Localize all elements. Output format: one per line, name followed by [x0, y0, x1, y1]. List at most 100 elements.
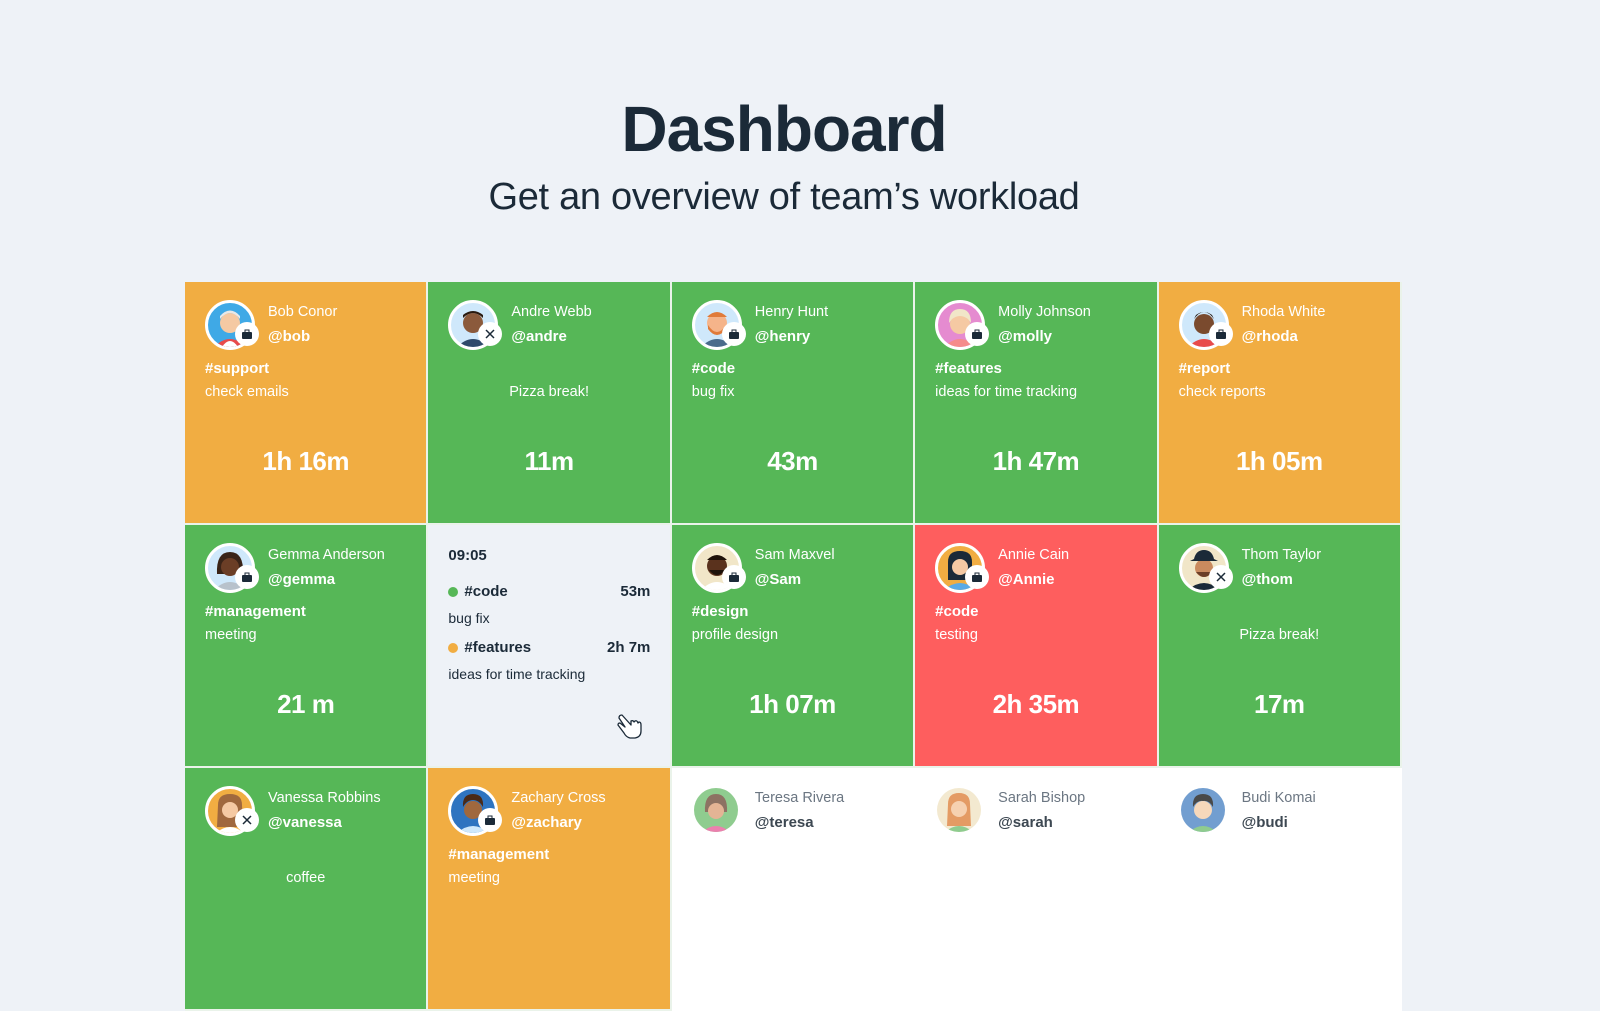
member-name: Andre Webb: [511, 304, 592, 320]
member-name: Sam Maxvel: [754, 547, 835, 563]
member-handle: @budi: [1241, 814, 1288, 831]
member-handle: @thom: [1241, 571, 1293, 588]
briefcase-icon: [721, 565, 746, 589]
page-subtitle: Get an overview of team’s workload: [488, 176, 1080, 218]
offline-card-budi[interactable]: Budi Komai @budi: [1158, 768, 1402, 1011]
briefcase-icon: [478, 808, 503, 832]
break-description: coffee: [286, 870, 326, 886]
task-description: profile design: [691, 627, 779, 643]
status-dot-icon: [448, 642, 459, 653]
member-name: Thom Taylor: [1241, 547, 1322, 563]
briefcase-icon: [965, 322, 990, 346]
task-description: meeting: [205, 627, 257, 643]
time-entries-detail[interactable]: 09:05 #code 53m bug fix #features 2h 7m …: [428, 525, 672, 768]
member-handle: @Sam: [754, 571, 802, 588]
member-card-andre[interactable]: Andre Webb @andre Pizza break! 11m: [428, 282, 672, 525]
member-name: Sarah Bishop: [998, 790, 1086, 806]
member-name: Molly Johnson: [998, 304, 1091, 320]
project-tag: #management: [448, 846, 550, 863]
start-time: 09:05: [448, 547, 487, 564]
member-handle: @sarah: [998, 814, 1053, 831]
project-tag: #features: [935, 360, 1002, 377]
entry-duration: 53m: [620, 583, 651, 600]
task-description: meeting: [448, 870, 500, 886]
member-card-annie[interactable]: Annie Cain @Annie #code testing 2h 35m: [915, 525, 1159, 768]
utensils-icon: [478, 322, 503, 346]
member-name: Teresa Rivera: [754, 790, 845, 806]
time-entry[interactable]: #code 53m bug fix: [448, 583, 650, 626]
briefcase-icon: [1208, 322, 1233, 346]
member-handle: @Annie: [998, 571, 1055, 588]
status-dot-icon: [448, 586, 459, 597]
project-tag: #report: [1178, 360, 1231, 377]
member-name: Rhoda White: [1241, 304, 1326, 320]
task-description: ideas for time tracking: [935, 384, 1078, 400]
entry-task: bug fix: [448, 610, 490, 626]
task-description: check reports: [1178, 384, 1266, 400]
member-card-bob[interactable]: Bob Conor @bob #support check emails 1h …: [185, 282, 429, 525]
elapsed-time: 2h 35m: [992, 689, 1080, 719]
page-title: Dashboard: [621, 93, 947, 165]
elapsed-time: 1h 07m: [749, 689, 836, 719]
project-tag: #support: [205, 360, 270, 377]
elapsed-time: 1h 16m: [262, 446, 349, 476]
member-handle: @rhoda: [1241, 328, 1298, 345]
elapsed-time: 1h 47m: [992, 446, 1080, 476]
member-card-sam[interactable]: Sam Maxvel @Sam #design profile design 1…: [671, 525, 916, 768]
member-name: Henry Hunt: [754, 304, 829, 320]
entry-duration: 2h 7m: [607, 639, 651, 656]
member-card-vanessa[interactable]: Vanessa Robbins @vanessa coffee: [185, 768, 429, 1011]
member-handle: @henry: [754, 328, 811, 345]
member-handle: @teresa: [754, 814, 814, 831]
utensils-icon: [1208, 565, 1233, 589]
entry-tag: #code: [464, 583, 508, 600]
elapsed-time: 43m: [767, 446, 818, 476]
entry-tag: #features: [464, 639, 532, 656]
break-description: Pizza break!: [1239, 627, 1320, 643]
member-name: Annie Cain: [998, 547, 1070, 563]
member-card-gemma[interactable]: Gemma Anderson @gemma #management meetin…: [185, 525, 429, 768]
offline-card-sarah[interactable]: Sarah Bishop @sarah: [915, 768, 1159, 1011]
project-tag: #management: [205, 603, 306, 620]
member-handle: @andre: [511, 328, 567, 345]
member-handle: @gemma: [268, 571, 336, 588]
project-tag: #code: [935, 603, 979, 620]
elapsed-time: 17m: [1253, 689, 1305, 719]
team-grid: Bob Conor @bob #support check emails 1h …: [185, 282, 1402, 1011]
offline-card-teresa[interactable]: Teresa Rivera @teresa: [671, 768, 916, 1011]
entry-task: ideas for time tracking: [448, 666, 586, 682]
avatar: [937, 788, 982, 832]
member-name: Bob Conor: [268, 304, 338, 320]
elapsed-time: 11m: [524, 446, 575, 476]
elapsed-time: 21 m: [277, 689, 335, 719]
avatar: [693, 788, 738, 832]
member-name: Gemma Anderson: [268, 547, 385, 563]
briefcase-icon: [965, 565, 990, 589]
member-name: Zachary Cross: [511, 790, 606, 806]
utensils-icon: [235, 808, 259, 832]
task-description: bug fix: [691, 384, 735, 400]
briefcase-icon: [235, 565, 259, 589]
avatar: [1180, 788, 1225, 832]
task-description: testing: [935, 627, 978, 643]
project-tag: #design: [691, 603, 749, 620]
briefcase-icon: [721, 322, 746, 346]
member-handle: @zachary: [511, 814, 582, 831]
project-tag: #code: [691, 360, 736, 377]
task-description: check emails: [205, 384, 289, 400]
break-description: Pizza break!: [509, 384, 589, 400]
member-card-thom[interactable]: Thom Taylor @thom Pizza break! 17m: [1158, 525, 1402, 768]
member-name: Budi Komai: [1241, 790, 1316, 806]
member-handle: @vanessa: [268, 814, 342, 831]
member-card-rhoda[interactable]: Rhoda White @rhoda #report check reports…: [1158, 282, 1402, 525]
member-handle: @bob: [268, 328, 311, 345]
time-entry[interactable]: #features 2h 7m ideas for time tracking: [448, 639, 650, 682]
member-card-molly[interactable]: Molly Johnson @molly #features ideas for…: [915, 282, 1159, 525]
elapsed-time: 1h 05m: [1235, 446, 1323, 476]
member-name: Vanessa Robbins: [268, 790, 381, 806]
member-card-henry[interactable]: Henry Hunt @henry #code bug fix 43m: [671, 282, 916, 525]
briefcase-icon: [235, 322, 259, 346]
member-card-zachary[interactable]: Zachary Cross @zachary #management meeti…: [428, 768, 672, 1011]
hand-pointer-icon: [614, 709, 646, 741]
member-handle: @molly: [998, 328, 1052, 345]
